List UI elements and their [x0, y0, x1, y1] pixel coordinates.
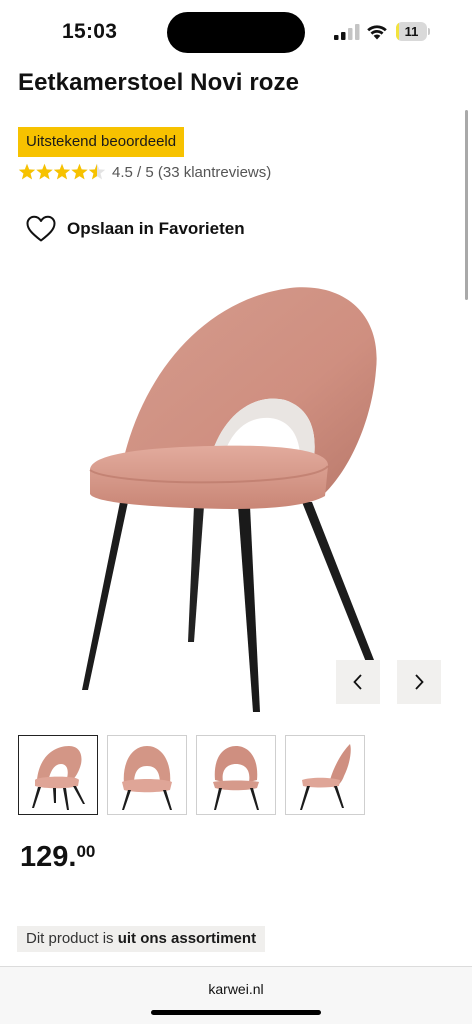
thumbnail-image — [300, 744, 351, 810]
chevron-left-icon — [353, 674, 362, 690]
product-title: Eetkamerstoel Novi roze — [18, 69, 300, 96]
star-icon — [88, 163, 106, 180]
dynamic-island — [167, 12, 305, 53]
availability-notice: Dit product is uit ons assortiment — [17, 926, 266, 952]
chevron-right-icon — [415, 674, 424, 690]
star-icon — [53, 163, 71, 180]
thumbnail-4[interactable] — [285, 735, 365, 815]
star-icon — [71, 163, 88, 180]
url-bar[interactable]: karwei.nl — [0, 981, 472, 997]
star-rating — [18, 163, 106, 180]
battery-icon: 11 — [396, 22, 430, 41]
favorite-label: Opslaan in Favorieten — [67, 219, 245, 238]
rating-text[interactable]: 4.5 / 5 (33 klantreviews) — [112, 164, 271, 181]
status-bar: 15:03 11 — [0, 0, 472, 62]
availability-prefix: Dit product is — [26, 930, 118, 947]
star-icon — [18, 163, 36, 180]
next-image-button[interactable] — [397, 660, 441, 704]
browser-bottom-bar: karwei.nl — [0, 966, 472, 1024]
heart-outline-icon — [26, 215, 56, 242]
product-price: 129.00 — [20, 840, 95, 874]
scrollbar[interactable] — [465, 110, 468, 300]
prev-image-button[interactable] — [336, 660, 380, 704]
thumbnail-image — [213, 746, 259, 810]
availability-status: uit ons assortiment — [117, 930, 257, 947]
star-icon — [36, 163, 53, 180]
thumbnail-2[interactable] — [107, 735, 187, 815]
battery-percentage: 11 — [404, 24, 419, 39]
rating-badge: Uitstekend beoordeeld — [18, 127, 185, 157]
price-cents: 00 — [76, 842, 96, 861]
thumbnail-3[interactable] — [196, 735, 276, 815]
thumbnail-image — [122, 746, 172, 810]
price-whole: 129. — [20, 841, 77, 873]
home-indicator[interactable] — [151, 1010, 321, 1015]
product-image[interactable] — [60, 270, 400, 720]
thumbnail-1[interactable] — [18, 735, 98, 815]
wifi-icon — [367, 25, 387, 40]
save-favorite-button[interactable]: Opslaan in Favorieten — [26, 213, 245, 245]
cellular-signal-icon — [334, 24, 360, 40]
status-time: 15:03 — [62, 20, 118, 43]
thumbnail-image — [32, 746, 85, 810]
